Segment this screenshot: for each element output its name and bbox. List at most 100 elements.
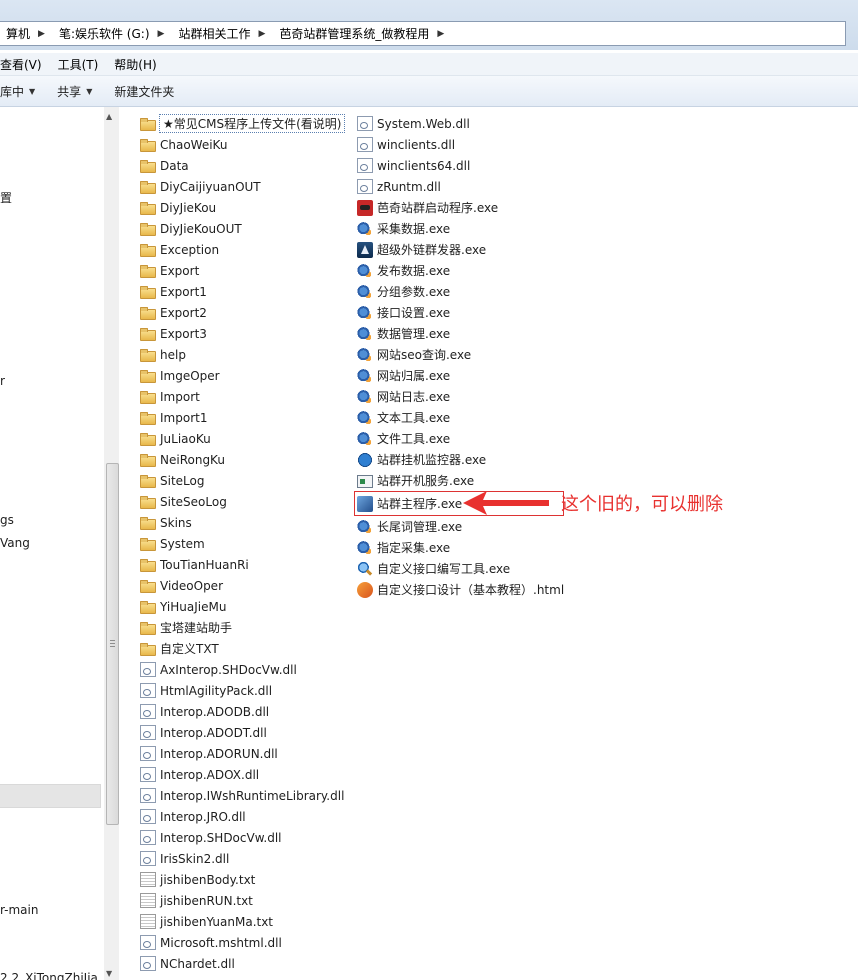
file-row[interactable]: winclients.dll <box>357 134 564 155</box>
nav-item[interactable]: r-main <box>0 903 38 917</box>
file-row[interactable]: 分组参数.exe <box>357 281 564 302</box>
file-row[interactable]: AxInterop.SHDocVw.dll <box>140 659 344 680</box>
file-row[interactable]: NeiRongKu <box>140 449 344 470</box>
file-name: Export2 <box>160 305 207 320</box>
file-row[interactable]: SiteSeoLog <box>140 491 344 512</box>
file-row[interactable]: Export2 <box>140 302 344 323</box>
include-in-library-button[interactable]: 库中 ▼ <box>0 83 46 100</box>
breadcrumb-current[interactable]: 芭奇站群管理系统_做教程用 ▶ <box>273 25 452 42</box>
file-row[interactable]: 接口设置.exe <box>357 302 564 323</box>
file-row[interactable]: jishibenBody.txt <box>140 869 344 890</box>
breadcrumb-computer[interactable]: 算机 ▶ <box>0 25 53 42</box>
nav-item[interactable]: gs <box>0 513 14 527</box>
file-row[interactable]: VideoOper <box>140 575 344 596</box>
chevron-right-icon[interactable]: ▶ <box>38 29 45 39</box>
file-row[interactable]: DiyCaijiyuanOUT <box>140 176 344 197</box>
file-row[interactable]: 自定义接口设计（基本教程）.html <box>357 579 564 600</box>
file-row[interactable]: 长尾词管理.exe <box>357 516 564 537</box>
gear-exe-icon <box>357 325 373 342</box>
file-row[interactable]: 芭奇站群启动程序.exe <box>357 197 564 218</box>
file-row[interactable]: YiHuaJieMu <box>140 596 344 617</box>
file-row[interactable]: NChardet.dll <box>140 953 344 974</box>
file-row[interactable]: ImgeOper <box>140 365 344 386</box>
file-row[interactable]: Interop.IWshRuntimeLibrary.dll <box>140 785 344 806</box>
chevron-right-icon[interactable]: ▶ <box>437 29 444 39</box>
file-row[interactable]: 指定采集.exe <box>357 537 564 558</box>
nav-item[interactable]: 置 <box>0 189 12 206</box>
file-row[interactable]: Interop.ADOX.dll <box>140 764 344 785</box>
file-row[interactable]: jishibenRUN.txt <box>140 890 344 911</box>
file-row[interactable]: HtmlAgilityPack.dll <box>140 680 344 701</box>
file-row[interactable]: ChaoWeiKu <box>140 134 344 155</box>
file-row[interactable]: System <box>140 533 344 554</box>
file-row[interactable]: Interop.JRO.dll <box>140 806 344 827</box>
globe-exe-icon <box>357 451 373 468</box>
file-row[interactable]: Microsoft.mshtml.dll <box>140 932 344 953</box>
dll-icon <box>140 704 156 719</box>
nav-item[interactable]: r <box>0 374 5 388</box>
file-row[interactable]: Interop.ADODB.dll <box>140 701 344 722</box>
file-row[interactable]: jishibenYuanMa.txt <box>140 911 344 932</box>
file-row[interactable]: Import1 <box>140 407 344 428</box>
file-name: Interop.ADOX.dll <box>160 767 260 782</box>
nav-item[interactable]: 2.2_XiTongZhiJia <box>0 971 98 980</box>
file-row[interactable]: TouTianHuanRi <box>140 554 344 575</box>
file-row[interactable]: 超级外链群发器.exe <box>357 239 564 260</box>
menu-view[interactable]: 查看(V) <box>0 56 50 73</box>
file-name: DiyJieKou <box>160 200 217 215</box>
file-name: jishibenRUN.txt <box>160 893 253 908</box>
file-row[interactable]: 采集数据.exe <box>357 218 564 239</box>
chevron-right-icon[interactable]: ▶ <box>158 29 165 39</box>
file-row[interactable]: zRuntm.dll <box>357 176 564 197</box>
file-row[interactable]: Skins <box>140 512 344 533</box>
folder-icon <box>140 306 156 320</box>
file-row[interactable]: Interop.ADODT.dll <box>140 722 344 743</box>
folder-icon <box>140 369 156 383</box>
file-row[interactable]: winclients64.dll <box>357 155 564 176</box>
file-name: NChardet.dll <box>160 956 235 971</box>
scroll-down-icon[interactable]: ▼ <box>106 969 112 978</box>
file-row[interactable]: help <box>140 344 344 365</box>
file-name: DiyJieKouOUT <box>160 221 242 236</box>
scroll-up-icon[interactable]: ▲ <box>106 112 112 121</box>
file-row[interactable]: ★常见CMS程序上传文件(看说明) <box>140 113 346 134</box>
file-row[interactable]: DiyJieKou <box>140 197 344 218</box>
file-row[interactable]: Export3 <box>140 323 344 344</box>
file-row[interactable]: JuLiaoKu <box>140 428 344 449</box>
file-row[interactable]: 宝塔建站助手 <box>140 617 344 638</box>
file-row[interactable]: 站群挂机监控器.exe <box>357 449 564 470</box>
file-row[interactable]: DiyJieKouOUT <box>140 218 344 239</box>
file-row[interactable]: System.Web.dll <box>357 113 564 134</box>
breadcrumb-drive[interactable]: 笔:娱乐软件 (G:) ▶ <box>53 25 173 42</box>
file-row[interactable]: 文件工具.exe <box>357 428 564 449</box>
nav-item[interactable]: Vang <box>0 536 30 550</box>
file-row[interactable]: 网站日志.exe <box>357 386 564 407</box>
file-row[interactable]: Interop.SHDocVw.dll <box>140 827 344 848</box>
file-row[interactable]: Export <box>140 260 344 281</box>
breadcrumb-folder[interactable]: 站群相关工作 ▶ <box>172 25 273 42</box>
file-row[interactable]: 网站归属.exe <box>357 365 564 386</box>
file-row[interactable]: 数据管理.exe <box>357 323 564 344</box>
file-row[interactable]: 发布数据.exe <box>357 260 564 281</box>
file-name: 网站日志.exe <box>377 390 451 404</box>
file-row[interactable]: Exception <box>140 239 344 260</box>
file-row[interactable]: Import <box>140 386 344 407</box>
nav-scrollbar[interactable]: ▲ ▼ <box>104 107 119 980</box>
address-bar[interactable]: 算机 ▶ 笔:娱乐软件 (G:) ▶ 站群相关工作 ▶ 芭奇站群管理系统_做教程用 ▶ <box>0 21 846 46</box>
new-folder-button[interactable]: 新建文件夹 <box>103 83 185 100</box>
menu-help[interactable]: 帮助(H) <box>106 56 164 73</box>
share-button[interactable]: 共享 ▼ <box>46 83 103 100</box>
file-row[interactable]: 网站seo查询.exe <box>357 344 564 365</box>
scrollbar-thumb[interactable] <box>106 463 119 825</box>
file-row[interactable]: 自定义接口编写工具.exe <box>357 558 564 579</box>
nav-selected-item[interactable] <box>0 784 101 808</box>
file-row[interactable]: 文本工具.exe <box>357 407 564 428</box>
file-row[interactable]: SiteLog <box>140 470 344 491</box>
file-row[interactable]: Export1 <box>140 281 344 302</box>
menu-tools[interactable]: 工具(T) <box>50 56 107 73</box>
chevron-right-icon[interactable]: ▶ <box>258 29 265 39</box>
file-row[interactable]: 自定义TXT <box>140 638 344 659</box>
file-row[interactable]: Data <box>140 155 344 176</box>
file-row[interactable]: IrisSkin2.dll <box>140 848 344 869</box>
file-row[interactable]: Interop.ADORUN.dll <box>140 743 344 764</box>
